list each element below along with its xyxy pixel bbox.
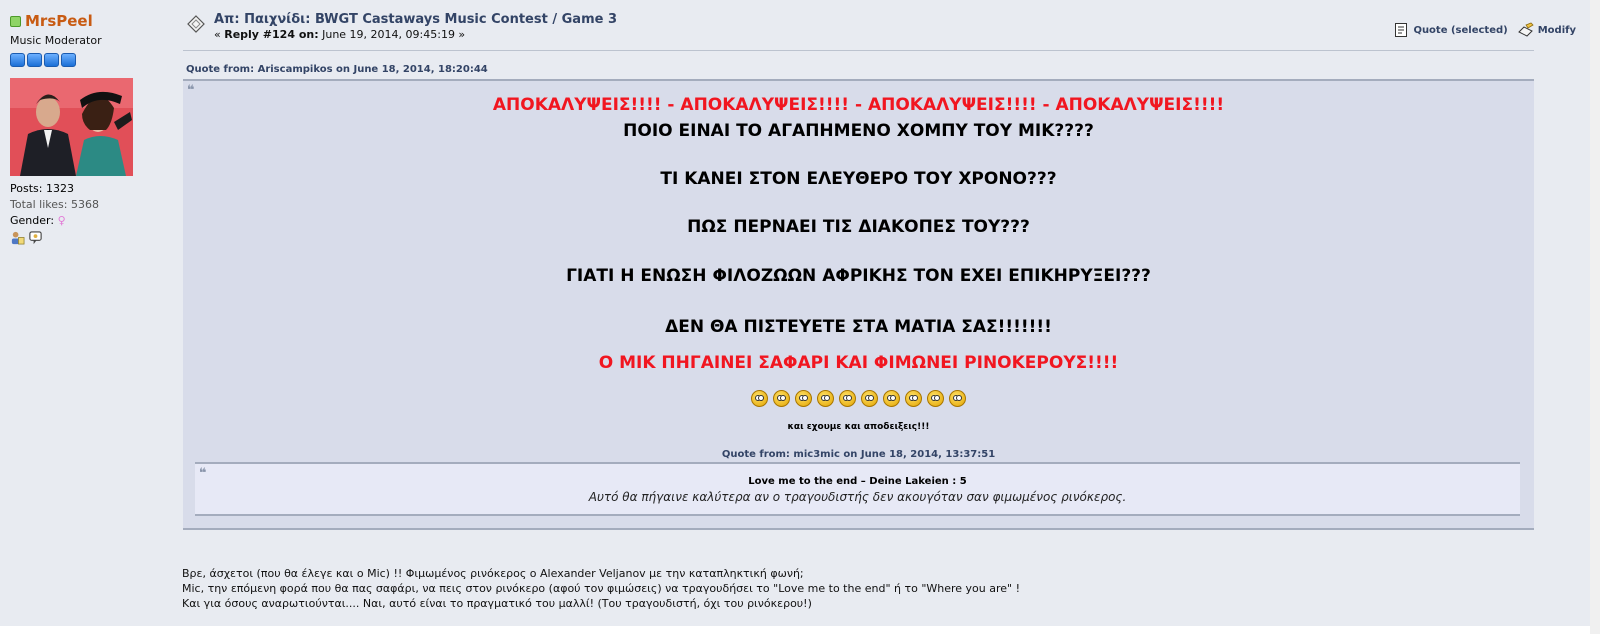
- quote-line-vacation: ΠΩΣ ΠΕΡΝΑΕΙ ΤΙΣ ΔΙΑΚΟΠΕΣ ΤΟΥ???: [687, 217, 1030, 237]
- poster-stats: Posts: 1323 Total likes: 5368 Gender: ♀: [10, 181, 170, 245]
- female-gender-icon: ♀: [57, 214, 66, 227]
- quote-line-disbelief: ΔΕΝ ΘΑ ΠΙΣΤΕΥΕΤΕ ΣΤΑ ΜΑΤΙΑ ΣΑΣ!!!!!!!: [665, 317, 1052, 337]
- post-container: MrsPeel Music Moderator Posts: 1323 Tota…: [0, 0, 1590, 626]
- quote-block: ❝ ΑΠΟΚΑΛΥΨΕΙΣ!!!! - ΑΠΟΚΑΛΥΨΕΙΣ!!!! - ΑΠ…: [183, 79, 1534, 530]
- personal-message-icon[interactable]: [28, 230, 43, 245]
- nested-quote-header-link[interactable]: Quote from: mic3mic on June 18, 2014, 13…: [183, 449, 1534, 460]
- quote-header-link[interactable]: Quote from: Ariscampikos on June 18, 201…: [186, 64, 488, 75]
- star-icon: [61, 53, 76, 67]
- post-actions: Quote (selected) Modify: [1393, 22, 1576, 38]
- poster-title: Music Moderator: [10, 34, 102, 47]
- shocked-smiley-icon: [839, 390, 856, 407]
- xx-post-icon: [187, 15, 205, 33]
- post-header: Απ: Παιχνίδι: BWGT Castaways Music Conte…: [186, 12, 1576, 50]
- quote-line-free-time: ΤΙ ΚΑΝΕΙ ΣΤΟΝ ΕΛΕΥΘΕΡΟ ΤΟΥ ΧΡΟΝΟ???: [660, 169, 1057, 189]
- shocked-smiley-icon: [861, 390, 878, 407]
- shocked-smiley-icon: [949, 390, 966, 407]
- poster-info: MrsPeel Music Moderator Posts: 1323 Tota…: [10, 12, 170, 245]
- quote-line-safari: Ο ΜΙΚ ΠΗΓΑΙΝΕΙ ΣΑΦΑΡΙ ΚΑΙ ΦΙΜΩΝΕΙ ΡΙΝΟΚΕ…: [598, 353, 1119, 373]
- page-scrollbar[interactable]: [1590, 0, 1600, 634]
- nested-quote-block: ❝ Love me to the end – Deine Lakeien : 5…: [195, 462, 1520, 516]
- poster-name-link[interactable]: MrsPeel: [25, 12, 93, 30]
- star-icon: [27, 53, 42, 67]
- quote-line-revelations: ΑΠΟΚΑΛΥΨΕΙΣ!!!! - ΑΠΟΚΑΛΥΨΕΙΣ!!!! - ΑΠΟΚ…: [492, 95, 1225, 115]
- poster-name-row: MrsPeel: [10, 12, 170, 30]
- body-line: Βρε, άσχετοι (που θα έλεγε και ο Mic) !!…: [182, 567, 804, 580]
- quote-line-hobby: ΠΟΙΟ ΕΙΝΑΙ ΤΟ ΑΓΑΠΗΜΕΝΟ ΧΟΜΠΥ ΤΟΥ ΜΙΚ???…: [623, 121, 1094, 141]
- shocked-smiley-icon: [817, 390, 834, 407]
- online-status-icon: [10, 15, 21, 27]
- reply-info: « Reply #124 on: June 19, 2014, 09:45:19…: [214, 28, 465, 41]
- quote-selected-button[interactable]: Quote (selected): [1393, 22, 1508, 38]
- posts-count: Posts: 1323: [10, 182, 74, 195]
- shocked-smiley-icon: [905, 390, 922, 407]
- modify-icon: [1517, 22, 1534, 37]
- post-body: Βρε, άσχετοι (που θα έλεγε και ο Mic) !!…: [182, 566, 1020, 611]
- shocked-smiley-icon: [883, 390, 900, 407]
- shocked-smiley-icon: [927, 390, 944, 407]
- star-icon: [44, 53, 59, 67]
- modify-label: Modify: [1537, 24, 1576, 36]
- shocked-smiley-icon: [773, 390, 790, 407]
- gender-row: Gender: ♀: [10, 213, 170, 229]
- rank-stars: [10, 53, 170, 67]
- shocked-smiley-icon: [751, 390, 768, 407]
- quote-line-bounty: ΓΙΑΤΙ Η ΕΝΩΣΗ ΦΙΛΟΖΩΩΝ ΑΦΡΙΚΗΣ ΤΟΝ ΕΧΕΙ …: [566, 266, 1151, 286]
- shocked-smiley-icon: [795, 390, 812, 407]
- profile-icons: [10, 230, 170, 245]
- reply-date: June 19, 2014, 09:45:19 »: [318, 28, 466, 41]
- avatar: [10, 78, 133, 176]
- modify-button[interactable]: Modify: [1517, 22, 1576, 38]
- post-subject-link[interactable]: Απ: Παιχνίδι: BWGT Castaways Music Conte…: [214, 12, 617, 27]
- gender-label: Gender:: [10, 214, 55, 227]
- reply-prefix: «: [214, 28, 225, 41]
- body-line: Και για όσους αναρωτιούνται.... Ναι, αυτ…: [182, 597, 812, 610]
- nested-quote-comment: Αυτό θα πήγαινε καλύτερα αν ο τραγουδιστ…: [588, 490, 1127, 504]
- star-icon: [10, 53, 25, 67]
- header-divider: [183, 50, 1534, 51]
- body-line: Mic, την επόμενη φορά που θα πας σαφάρι,…: [182, 582, 1020, 595]
- profile-icon[interactable]: [10, 230, 25, 245]
- quote-icon: [1395, 23, 1408, 37]
- emoji-row: [183, 390, 1534, 407]
- quote-line-evidence: και εχουμε και αποδειξεις!!!: [787, 422, 930, 432]
- nested-quote-song: Love me to the end – Deine Lakeien : 5: [748, 476, 967, 487]
- likes-count: Total likes: 5368: [10, 198, 99, 211]
- quote-selected-label: Quote (selected): [1413, 24, 1508, 36]
- reply-number[interactable]: Reply #124 on:: [224, 28, 318, 41]
